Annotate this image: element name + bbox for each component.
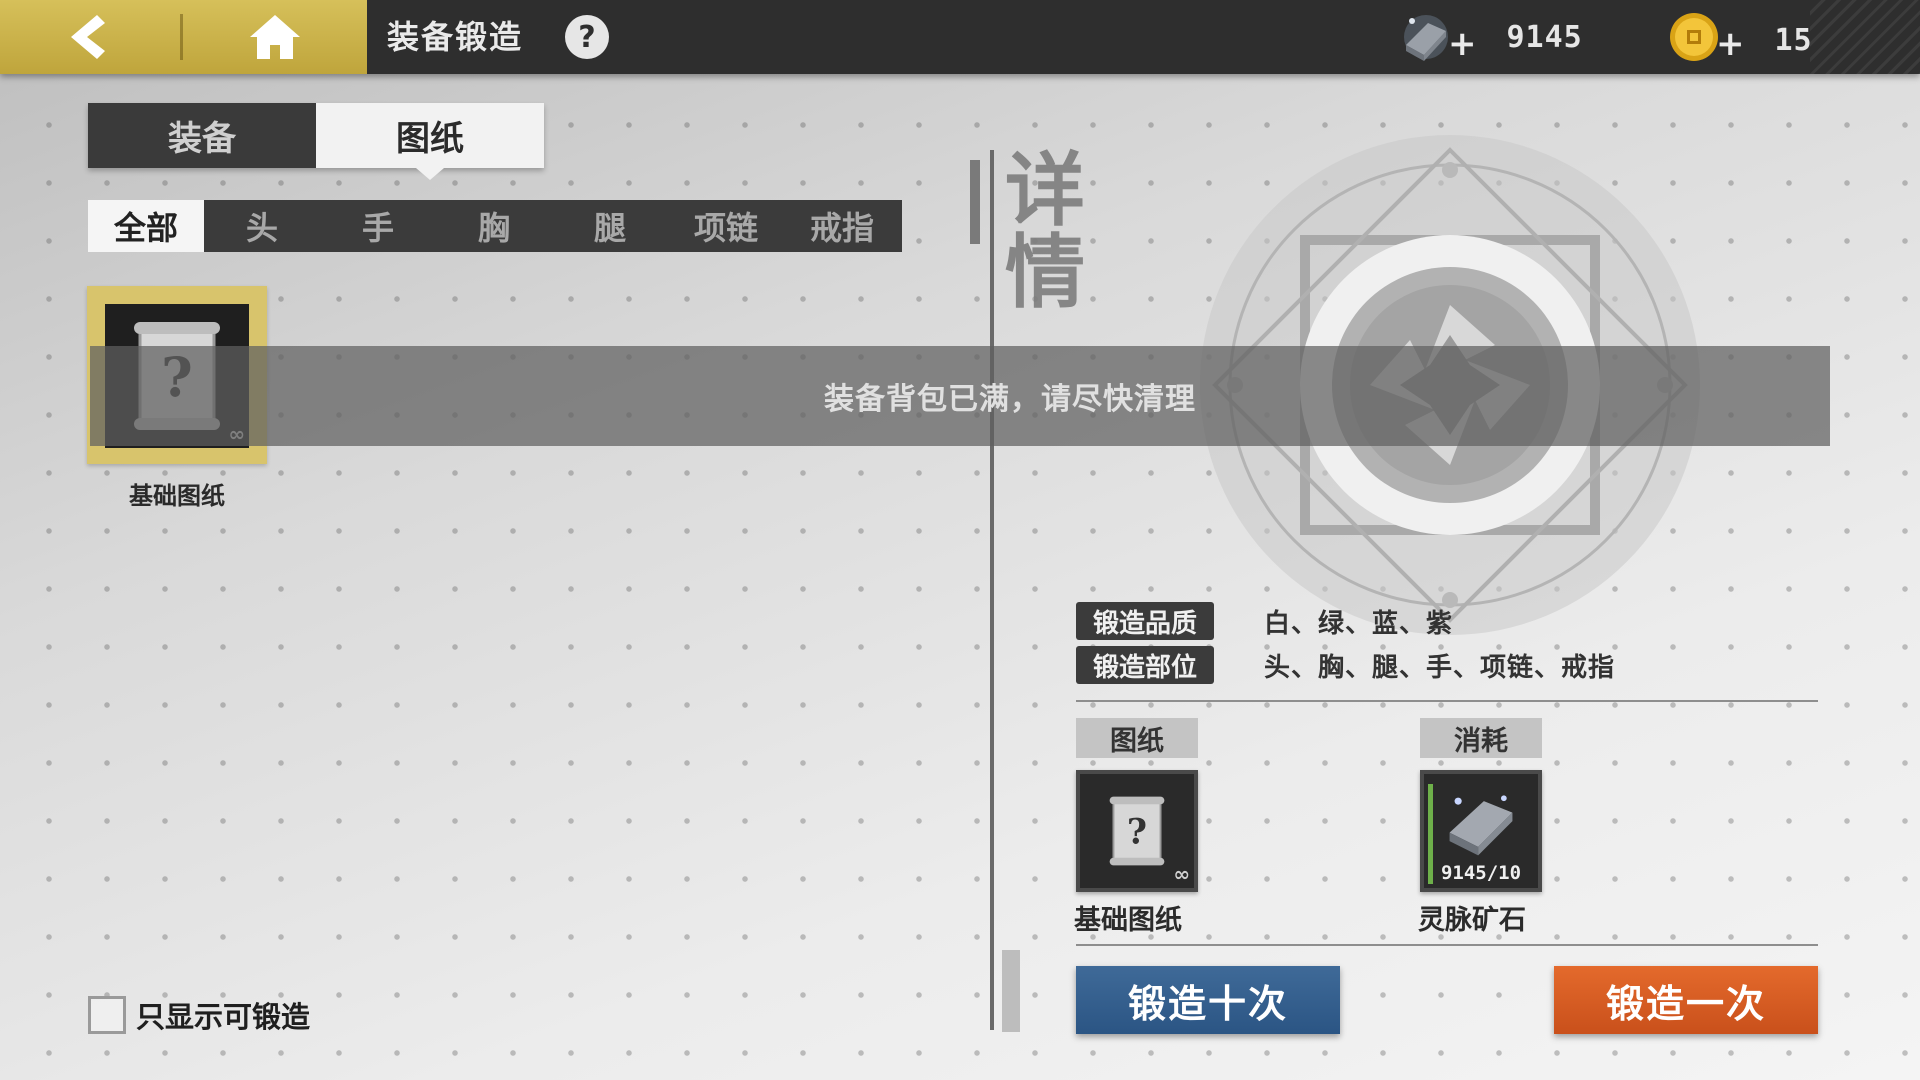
ore-amount: 9145	[1506, 19, 1583, 55]
home-icon	[250, 15, 300, 59]
consume-section-head: 消耗	[1420, 718, 1542, 758]
coin-add-button[interactable]: +	[1716, 24, 1745, 64]
detail-title-mark	[970, 160, 980, 244]
back-arrow-icon	[71, 15, 105, 59]
bag-full-notification: 装备背包已满，请尽快清理	[90, 346, 1830, 446]
quality-badge: 锻造品质	[1076, 602, 1214, 640]
forgeable-only-label: 只显示可锻造	[136, 1000, 311, 1034]
filter-tab-all[interactable]: 全部	[88, 200, 204, 252]
selected-blueprint-slot[interactable]: ? ∞	[1076, 770, 1198, 892]
filter-tab-leg[interactable]: 腿	[552, 200, 668, 252]
forgeable-only-checkbox[interactable]	[88, 996, 126, 1034]
ore-currency: + 9145	[1398, 8, 1583, 66]
ore-material-count: 9145/10	[1440, 862, 1522, 884]
panel-divider	[990, 150, 994, 1030]
panel-divider-accent	[1002, 950, 1020, 1032]
top-bar: 装备锻造 ? + 9145 + 15.6万	[0, 0, 1920, 74]
back-button[interactable]	[52, 10, 122, 64]
nav-separator	[180, 14, 183, 60]
detail-divider-bottom	[1076, 944, 1818, 946]
ore-icon	[1404, 15, 1448, 61]
page-title: 装备锻造	[387, 18, 524, 56]
filter-tab-head[interactable]: 头	[204, 200, 320, 252]
filter-tab-hand[interactable]: 手	[320, 200, 436, 252]
main-tabs: 装备 图纸	[88, 103, 544, 180]
forge-ten-button[interactable]: 锻造十次	[1076, 966, 1340, 1034]
selected-blueprint-count: ∞	[1173, 862, 1190, 886]
quality-row: 锻造品质 白、绿、蓝、紫	[1076, 602, 1453, 640]
nav-block	[0, 0, 367, 74]
ore-add-button[interactable]: +	[1448, 24, 1477, 64]
help-button[interactable]: ?	[565, 15, 609, 59]
quality-value: 白、绿、蓝、紫	[1264, 608, 1454, 639]
filter-tab-chest[interactable]: 胸	[436, 200, 552, 252]
forge-once-button[interactable]: 锻造一次	[1554, 966, 1818, 1034]
tab-equipment[interactable]: 装备	[88, 103, 316, 168]
scroll-icon: ?	[1109, 796, 1165, 866]
slot-badge: 锻造部位	[1076, 646, 1214, 684]
coin-icon	[1670, 13, 1718, 61]
detail-title: 详情	[1005, 144, 1085, 319]
blueprint-card-label: 基础图纸	[129, 482, 225, 510]
home-button[interactable]	[240, 10, 310, 64]
filter-tab-ring[interactable]: 戒指	[784, 200, 900, 252]
tab-blueprint[interactable]: 图纸	[316, 103, 544, 180]
slot-row: 锻造部位 头、胸、腿、手、项链、戒指	[1076, 646, 1615, 684]
ore-material-label: 灵脉矿石	[1418, 905, 1526, 936]
ore-material-slot[interactable]: 9145/10	[1420, 770, 1542, 892]
slot-value: 头、胸、腿、手、项链、戒指	[1264, 652, 1616, 683]
ore-icon	[1449, 795, 1513, 856]
svg-text:?: ?	[1127, 813, 1147, 853]
forgeable-only-toggle[interactable]: 只显示可锻造	[88, 994, 310, 1036]
top-bar-stripes	[1810, 0, 1920, 74]
detail-divider-top	[1076, 700, 1818, 702]
selected-blueprint-label: 基础图纸	[1074, 905, 1182, 936]
slot-filter-tabs: 全部 头 手 胸 腿 项链 戒指	[88, 200, 902, 252]
blueprint-section-head: 图纸	[1076, 718, 1198, 758]
filter-tab-necklace[interactable]: 项链	[668, 200, 784, 252]
notification-text: 装备背包已满，请尽快清理	[824, 382, 1196, 417]
